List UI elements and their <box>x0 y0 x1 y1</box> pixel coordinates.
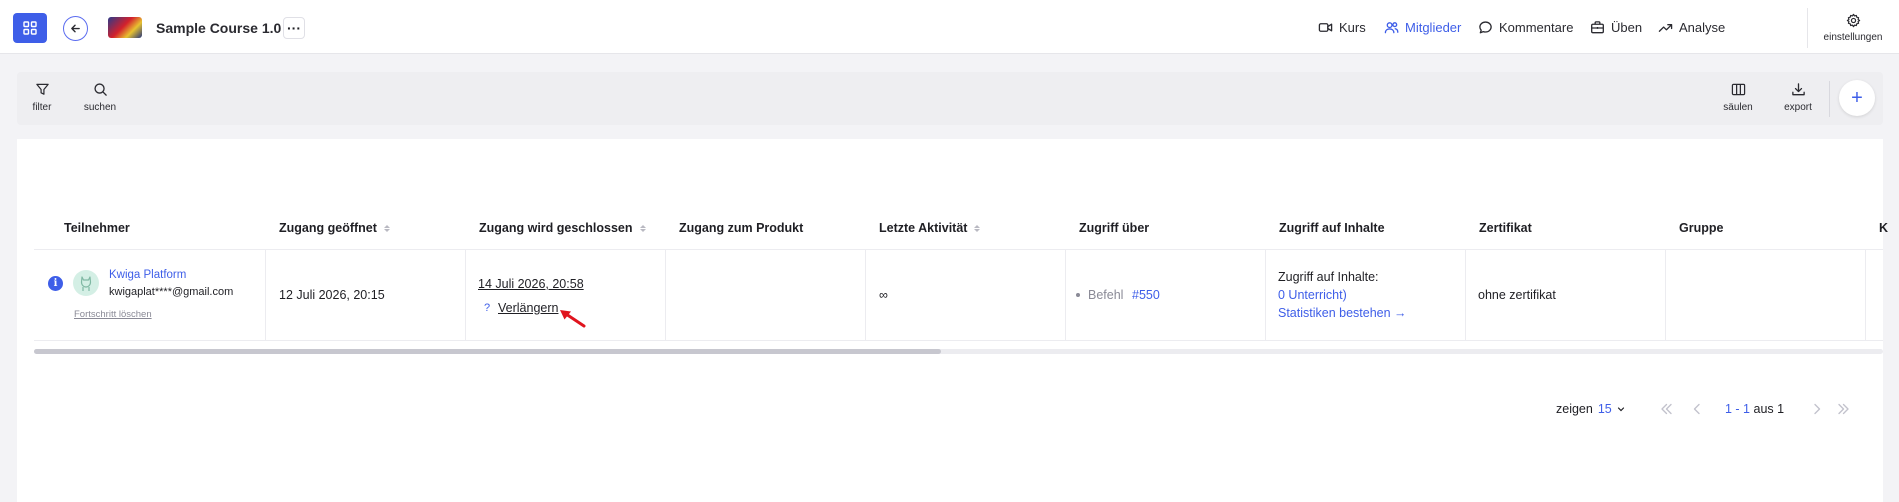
column-header-certificate: Zertifikat <box>1479 221 1532 235</box>
horizontal-scrollbar[interactable] <box>34 349 1883 354</box>
column-header-access-closes[interactable]: Zugang wird geschlossen <box>479 221 646 235</box>
column-header-access-via: Zugriff über <box>1079 221 1150 235</box>
export-label: export <box>1784 102 1812 113</box>
help-icon[interactable]: ? <box>484 302 490 314</box>
cell-access-closes: 14 Juli 2026, 20:58 ? Verlängern <box>466 250 666 340</box>
search-button[interactable]: suchen <box>75 82 125 113</box>
video-icon <box>1318 23 1333 32</box>
search-icon <box>93 83 107 96</box>
nav-kommentare-label: Kommentare <box>1499 20 1574 35</box>
table-header: Teilnehmer Zugang geöffnet Zugang wird g… <box>34 221 1888 249</box>
comment-icon <box>1479 21 1492 34</box>
cell-last-activity: ∞ <box>866 250 1066 340</box>
column-header-participant[interactable]: Teilnehmer <box>64 221 130 235</box>
nav-mitglieder[interactable]: Mitglieder <box>1384 20 1461 35</box>
previous-page-icon[interactable] <box>1689 401 1705 417</box>
extend-access-link[interactable]: Verlängern <box>498 301 558 315</box>
annotation-arrow-icon <box>560 310 586 328</box>
user-name-link[interactable]: Kwiga Platform <box>109 269 186 281</box>
info-icon[interactable]: i <box>48 276 63 291</box>
table-row: i Kwiga Platform kwigaplat****@gmail.com… <box>34 249 1883 341</box>
members-table-card: Teilnehmer Zugang geöffnet Zugang wird g… <box>17 139 1888 502</box>
sort-icon <box>383 224 390 232</box>
nav-ueben[interactable]: Üben <box>1590 20 1642 35</box>
column-header-group: Gruppe <box>1679 221 1724 235</box>
back-button[interactable] <box>63 16 88 41</box>
page-range-total: aus 1 <box>1753 402 1785 416</box>
course-thumbnail <box>108 17 142 38</box>
columns-icon <box>1731 83 1745 96</box>
certificate-value: ohne zertifikat <box>1478 288 1556 302</box>
first-page-icon[interactable] <box>1658 401 1674 417</box>
user-email: kwigaplat****@gmail.com <box>109 286 234 298</box>
course-title: Sample Course 1.0 <box>156 20 282 36</box>
search-label: suchen <box>83 102 117 113</box>
download-icon <box>1791 83 1805 96</box>
filter-icon <box>35 83 49 95</box>
columns-label: säulen <box>1723 102 1753 113</box>
nav-ueben-label: Üben <box>1611 20 1643 35</box>
filter-label: filter <box>32 102 52 113</box>
content-lessons-link[interactable]: 0 Unterricht) <box>1278 288 1347 302</box>
arrow-left-icon <box>71 24 80 33</box>
cell-access-via: Befehl #550 <box>1066 250 1266 340</box>
cell-access-opened: 12 Juli 2026, 20:15 <box>266 250 466 340</box>
sort-icon <box>639 224 646 232</box>
column-header-product-access: Zugang zum Produkt <box>679 221 804 235</box>
column-header-last-activity[interactable]: Letzte Aktivität <box>879 221 981 235</box>
apps-grid-button[interactable] <box>13 13 47 43</box>
filter-button[interactable]: filter <box>17 82 67 113</box>
top-bar: Sample Course 1.0 ··· Kurs Mitglieder Ko… <box>0 0 1899 54</box>
cat-avatar-icon <box>80 276 92 291</box>
last-activity-value: ∞ <box>879 288 888 302</box>
nav-kurs-label: Kurs <box>1339 20 1366 35</box>
column-header-truncated: K <box>1879 221 1889 235</box>
trend-icon <box>1658 24 1673 32</box>
content-stats-link[interactable]: Statistiken bestehen → <box>1278 306 1407 320</box>
chevron-down-icon <box>1617 407 1624 412</box>
page-size-selector[interactable]: zeigen 15 <box>1556 402 1625 416</box>
export-button[interactable]: export <box>1773 82 1823 113</box>
more-options-button[interactable]: ··· <box>283 17 305 39</box>
access-via-link[interactable]: #550 <box>1132 288 1160 302</box>
list-bullet <box>1076 293 1080 297</box>
add-member-button[interactable]: + <box>1839 80 1875 116</box>
settings-button[interactable]: einstellungen <box>1818 13 1888 43</box>
last-page-icon[interactable] <box>1836 401 1852 417</box>
next-page-icon[interactable] <box>1809 401 1825 417</box>
page-range: 1 - 1 aus 1 <box>1725 402 1784 416</box>
table-toolbar: filter suchen säulen export + <box>17 72 1883 125</box>
cell-content-access: Zugriff auf Inhalte: 0 Unterricht) Stati… <box>1266 250 1466 340</box>
scrollbar-thumb[interactable] <box>34 349 941 354</box>
nav-mitglieder-label: Mitglieder <box>1405 20 1462 35</box>
content-access-title: Zugriff auf Inhalte: <box>1278 270 1379 284</box>
settings-label: einstellungen <box>1823 32 1883 43</box>
reset-progress-link[interactable]: Fortschritt löschen <box>74 309 152 320</box>
columns-button[interactable]: säulen <box>1713 82 1763 113</box>
nav-analyse-label: Analyse <box>1679 20 1726 35</box>
cell-group <box>1666 250 1866 340</box>
topbar-divider <box>1807 8 1808 48</box>
page-range-value: 1 - 1 <box>1725 402 1751 416</box>
column-header-content-access: Zugriff auf Inhalte <box>1279 221 1385 235</box>
page-size-label: zeigen <box>1556 402 1593 416</box>
access-closes-date[interactable]: 14 Juli 2026, 20:58 <box>478 277 584 291</box>
sort-icon <box>974 224 981 232</box>
nav-kommentare[interactable]: Kommentare <box>1478 20 1573 35</box>
grid-icon <box>23 21 37 35</box>
access-via-label: Befehl <box>1088 288 1124 302</box>
cell-participant: i Kwiga Platform kwigaplat****@gmail.com… <box>34 250 266 340</box>
cell-certificate: ohne zertifikat <box>1466 250 1666 340</box>
gear-icon <box>1846 13 1860 28</box>
cell-product-access <box>666 250 866 340</box>
nav-analyse[interactable]: Analyse <box>1658 20 1725 35</box>
nav-kurs[interactable]: Kurs <box>1318 20 1366 35</box>
avatar <box>73 270 99 296</box>
column-header-access-opened[interactable]: Zugang geöffnet <box>279 221 390 235</box>
page-size-value: 15 <box>1597 402 1612 416</box>
briefcase-icon <box>1591 21 1604 34</box>
users-icon <box>1384 22 1399 34</box>
toolbar-divider <box>1829 81 1830 117</box>
access-opened-date: 12 Juli 2026, 20:15 <box>279 288 385 302</box>
